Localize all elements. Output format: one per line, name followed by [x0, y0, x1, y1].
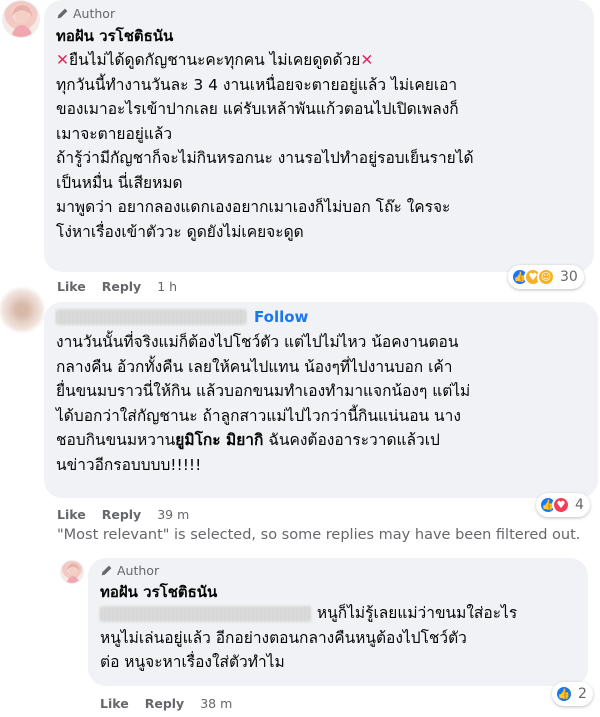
comment-line: เมาจะตายอยู่แล้ว [56, 124, 173, 143]
comment-text: ✕ยืนไม่ได้ดูดกัญชานะคะทุกคน ไม่เคยดูดด้ว… [56, 48, 474, 244]
timestamp[interactable]: 38 m [200, 696, 232, 711]
commenter-name[interactable]: ทอฝัน วรโชติธนัน [56, 24, 173, 48]
comment-actions: Like Reply 38 m [100, 696, 232, 711]
comment-line: เป็นหมื่น นี่เสียหมด [56, 173, 183, 192]
reaction-summary[interactable]: 👍 2 [552, 682, 593, 706]
reply-button[interactable]: Reply [102, 279, 141, 294]
reply-button[interactable]: Reply [145, 696, 184, 711]
reply-button[interactable]: Reply [102, 507, 141, 522]
like-icon: 👍 [555, 685, 573, 703]
timestamp[interactable]: 39 m [157, 507, 189, 522]
comment-bubble: Follow งานวันนั้นที่จริงแม่ก็ต้องไปโชว์ต… [44, 302, 598, 498]
comment-text: งานวันนั้นที่จริงแม่ก็ต้องไปโชว์ตัว แต่ไ… [56, 330, 470, 477]
comment-line: งานวันนั้นที่จริงแม่ก็ต้องไปโชว์ตัว แต่ไ… [56, 333, 459, 351]
comment-line: มาพูดว่า อยากลองแดกเองอยากเมาเองก็ไม่บอก… [56, 198, 451, 216]
follow-button[interactable]: Follow [254, 308, 308, 326]
filter-notice: "Most relevant" is selected, so some rep… [57, 527, 581, 543]
like-button[interactable]: Like [57, 279, 86, 294]
comment-line: ชอบกินขนมหวาน [56, 431, 176, 449]
comment-line: หนูไม่เล่นอยู่แล้ว อีกอย่างตอนกลางคืนหนู… [100, 628, 467, 647]
comment-line: โง่หาเรื่องเข้าตัววะ ดูดยังไม่เคยจะดูด [56, 222, 304, 241]
author-badge-label: Author [73, 6, 116, 21]
comment-actions: Like Reply 1 h [57, 279, 177, 294]
author-badge: Author [56, 6, 115, 21]
comment-line: กลางคืน อ้วกทั้งคืน เลยให้คนไปแทน น้องๆท… [56, 357, 453, 376]
blurred-commenter-name [56, 309, 246, 325]
reaction-summary[interactable]: 👍 ♥ ☺ 30 [508, 265, 584, 289]
comment-bubble: Author ทอฝัน วรโชติธนัน ✕ยืนไม่ได้ดูดกัญ… [44, 0, 594, 272]
author-avatar[interactable] [60, 560, 84, 584]
comment-line: ต่อ หนูจะหาเรื่องใส่ตัวทำไม [100, 653, 285, 671]
author-avatar[interactable] [2, 0, 40, 38]
commenter-avatar-blurred[interactable] [0, 288, 44, 332]
avatar-image-icon [11, 5, 33, 37]
comment-line: ยืนไม่ได้ดูดกัญชานะคะทุกคน ไม่เคยดูดด้วย [69, 51, 361, 69]
comment-line: ของเมาอะไรเข้าปากเลย แค่รับเหล้าพันแก้วต… [56, 100, 459, 118]
haha-icon: ☺ [537, 268, 555, 286]
comment-actions: Like Reply 39 m [57, 507, 189, 522]
author-badge: Author [100, 563, 159, 578]
reply-bubble: Author ทอฝัน วรโชติธนัน หนูก็ไม่รู้เลยแม… [88, 558, 588, 686]
mentioned-name[interactable]: ยูมิโกะ มิยากิ [175, 431, 263, 449]
author-badge-label: Author [117, 563, 160, 578]
comment-line: หนูก็ไม่รู้เลยแม่ว่าขนมใส่อะไร [312, 604, 518, 622]
like-button[interactable]: Like [100, 696, 129, 711]
cross-mark-icon: ✕ [56, 51, 69, 69]
avatar-image-icon [66, 563, 80, 583]
reaction-count: 30 [560, 269, 578, 285]
reaction-count: 4 [575, 497, 584, 513]
comment-line: ยื่นขนมบราวนี่ให้กิน แล้วบอกขนมทำเองทำมา… [56, 382, 471, 400]
reaction-count: 2 [578, 686, 587, 702]
blurred-mention [100, 605, 312, 622]
comment-line: ฉันคงต้องอาระวาดแล้วเป [263, 431, 440, 449]
comment-line: นข่าวอีกรอบบบบ!!!!! [56, 455, 202, 474]
comment-line: ทุกวันนี้ทำงานวันละ 3 4 งานเหนื่อยจะตายอ… [56, 75, 458, 94]
comment-text: หนูก็ไม่รู้เลยแม่ว่าขนมใส่อะไร หนูไม่เล่… [100, 601, 517, 675]
pencil-icon [57, 8, 68, 19]
love-icon: ♥ [552, 496, 570, 514]
timestamp[interactable]: 1 h [157, 279, 177, 294]
like-button[interactable]: Like [57, 507, 86, 522]
comment-line: ถ้ารู้ว่ามีกัญชาก็จะไม่กินหรอกนะ งานรอไป… [56, 149, 474, 167]
cross-mark-icon: ✕ [360, 51, 374, 69]
pencil-icon [101, 565, 112, 576]
comment-line: ได้บอกว่าใส่กัญชานะ ถ้าลูกสาวแม่ไปไวกว่า… [56, 406, 461, 425]
reaction-summary[interactable]: 👍 ♥ 4 [536, 493, 590, 517]
